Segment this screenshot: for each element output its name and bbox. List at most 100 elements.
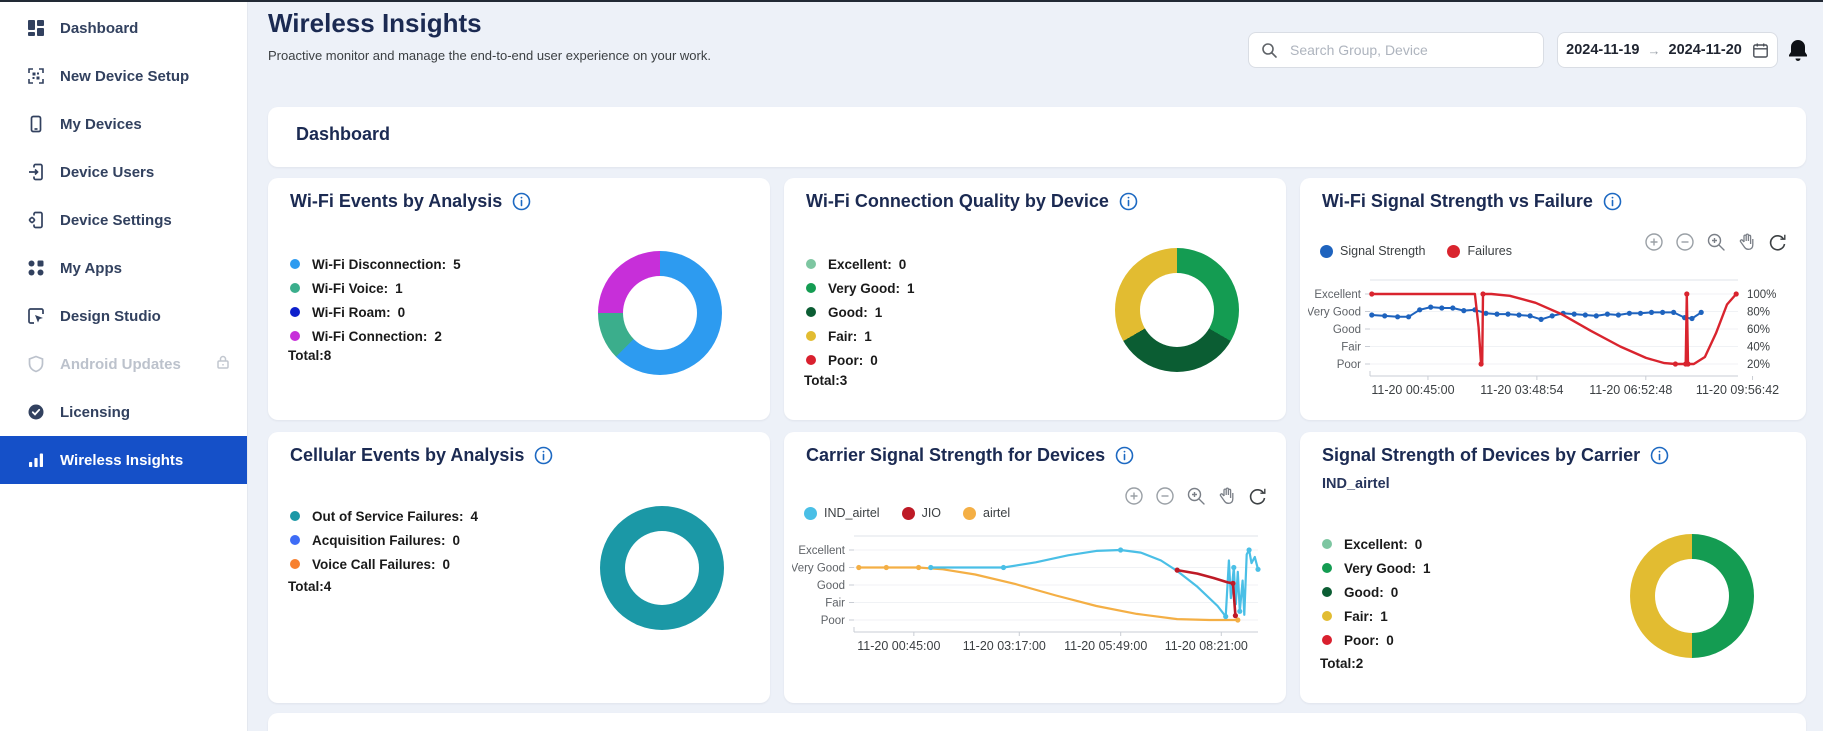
sidebar-item-licensing[interactable]: Licensing (0, 388, 247, 436)
legend-dot (806, 307, 816, 317)
legend-dot (290, 331, 300, 341)
svg-text:Very Good: Very Good (1308, 307, 1361, 319)
sidebar-item-label: Device Users (60, 164, 154, 181)
series-legend-item[interactable]: JIO (902, 506, 941, 520)
reset-icon[interactable] (1248, 486, 1268, 506)
reset-icon[interactable] (1768, 232, 1788, 252)
svg-text:11-20 05:49:00: 11-20 05:49:00 (1064, 639, 1147, 653)
donut-chart-cellular-events[interactable] (600, 506, 724, 630)
info-icon[interactable] (512, 192, 531, 211)
svg-text:11-20 09:56:42: 11-20 09:56:42 (1696, 383, 1779, 397)
series-legend-item[interactable]: Failures (1447, 244, 1511, 258)
sidebar-item-label: My Apps (60, 260, 122, 277)
legend-value: 5 (453, 257, 461, 272)
line-chart-carrier-signal[interactable]: ExcellentVery GoodGoodFairPoor11-20 00:4… (792, 526, 1274, 676)
sidebar-item-design-studio[interactable]: Design Studio (0, 292, 247, 340)
legend-item: Excellent:0 (806, 252, 915, 276)
series-legend-item[interactable]: Signal Strength (1320, 244, 1425, 258)
apps-icon (26, 258, 46, 278)
sidebar-item-android-updates[interactable]: Android Updates (0, 340, 247, 388)
svg-text:Excellent: Excellent (1314, 289, 1361, 301)
search-input[interactable] (1288, 41, 1531, 59)
card-wifi-signal-vs-failure: Wi-Fi Signal Strength vs Failure Signal … (1300, 178, 1806, 420)
zoom-in-icon[interactable] (1124, 486, 1144, 506)
series-legend-label: JIO (922, 506, 941, 520)
sidebar-item-device-users[interactable]: Device Users (0, 148, 247, 196)
legend-item: Wi-Fi Connection:2 (290, 324, 461, 348)
legend-label: Poor: (828, 353, 863, 368)
donut-chart-connection-quality[interactable] (1115, 248, 1239, 372)
legend-item: Very Good:1 (1322, 556, 1431, 580)
pan-icon[interactable] (1737, 232, 1757, 252)
legend-item: Voice Call Failures:0 (290, 552, 478, 576)
sidebar-item-label: Wireless Insights (60, 452, 183, 469)
legend-value: 0 (1386, 633, 1394, 648)
info-icon[interactable] (1119, 192, 1138, 211)
lock-icon (215, 354, 231, 374)
sidebar-item-new-device-setup[interactable]: New Device Setup (0, 52, 247, 100)
legend-dot (806, 259, 816, 269)
legend-dot (290, 559, 300, 569)
legend-label: Wi-Fi Disconnection: (312, 257, 446, 272)
series-legend-label: IND_airtel (824, 506, 880, 520)
svg-text:11-20 00:45:00: 11-20 00:45:00 (857, 639, 940, 653)
card-cellular-events-by-analysis: Cellular Events by Analysis Out of Servi… (268, 432, 770, 703)
card-wifi-connection-quality: Wi-Fi Connection Quality by Device Excel… (784, 178, 1286, 420)
legend-dot (290, 307, 300, 317)
line-chart-legend: IND_airtel JIO airtel (804, 506, 1010, 520)
legend-dot (806, 331, 816, 341)
info-icon[interactable] (1603, 192, 1622, 211)
sidebar-item-label: Licensing (60, 404, 130, 421)
zoom-out-icon[interactable] (1675, 232, 1695, 252)
svg-text:Poor: Poor (821, 615, 845, 627)
sidebar-item-my-apps[interactable]: My Apps (0, 244, 247, 292)
legend-label: Very Good: (828, 281, 900, 296)
legend-label: Acquisition Failures: (312, 533, 446, 548)
chart-toolbar (1644, 232, 1788, 252)
legend-dot (1322, 563, 1332, 573)
sidebar-item-wireless-insights[interactable]: Wireless Insights (0, 436, 247, 484)
search-box[interactable] (1248, 32, 1544, 68)
svg-text:Fair: Fair (1341, 342, 1361, 354)
legend-value: 0 (453, 533, 461, 548)
info-icon[interactable] (1115, 446, 1134, 465)
sidebar-item-label: Device Settings (60, 212, 172, 229)
calendar-icon (1752, 42, 1769, 59)
line-chart-legend: Signal Strength Failures (1320, 244, 1512, 258)
svg-text:Excellent: Excellent (798, 545, 845, 557)
zoom-in-icon[interactable] (1644, 232, 1664, 252)
legend-value: 1 (1423, 561, 1431, 576)
donut-chart-carrier-signal[interactable] (1630, 534, 1754, 658)
info-icon[interactable] (534, 446, 553, 465)
date-range-picker[interactable]: 2024-11-19 → 2024-11-20 (1557, 32, 1778, 68)
legend-dot (290, 259, 300, 269)
sidebar-item-label: Dashboard (60, 20, 138, 37)
info-icon[interactable] (1650, 446, 1669, 465)
card-wifi-events-by-analysis: Wi-Fi Events by Analysis Wi-Fi Disconnec… (268, 178, 770, 420)
notification-bell-icon[interactable] (1786, 38, 1810, 64)
pan-icon[interactable] (1217, 486, 1237, 506)
phone-icon (26, 114, 46, 134)
svg-text:Good: Good (817, 580, 845, 592)
legend-value: 1 (864, 329, 872, 344)
zoom-select-icon[interactable] (1706, 232, 1726, 252)
total-label: Total:3 (804, 373, 847, 388)
legend-dot (806, 355, 816, 365)
sidebar-item-dashboard[interactable]: Dashboard (0, 4, 247, 52)
legend-label: Excellent: (828, 257, 892, 272)
series-legend-item[interactable]: IND_airtel (804, 506, 880, 520)
donut-chart-wifi-events[interactable] (598, 251, 722, 375)
sidebar-item-device-settings[interactable]: Device Settings (0, 196, 247, 244)
total-label: Total:2 (1320, 656, 1363, 671)
zoom-out-icon[interactable] (1155, 486, 1175, 506)
date-from: 2024-11-19 (1566, 42, 1639, 58)
date-range-arrow-icon: → (1648, 43, 1661, 58)
svg-text:Fair: Fair (825, 598, 845, 610)
legend-dot (290, 535, 300, 545)
sidebar-item-my-devices[interactable]: My Devices (0, 100, 247, 148)
line-chart-signal-vs-failure[interactable]: Excellent100%Very Good80%Good60%Fair40%P… (1308, 270, 1790, 420)
legend-value: 0 (870, 353, 878, 368)
series-legend-item[interactable]: airtel (963, 506, 1010, 520)
legend-item: Fair:1 (1322, 604, 1431, 628)
zoom-select-icon[interactable] (1186, 486, 1206, 506)
